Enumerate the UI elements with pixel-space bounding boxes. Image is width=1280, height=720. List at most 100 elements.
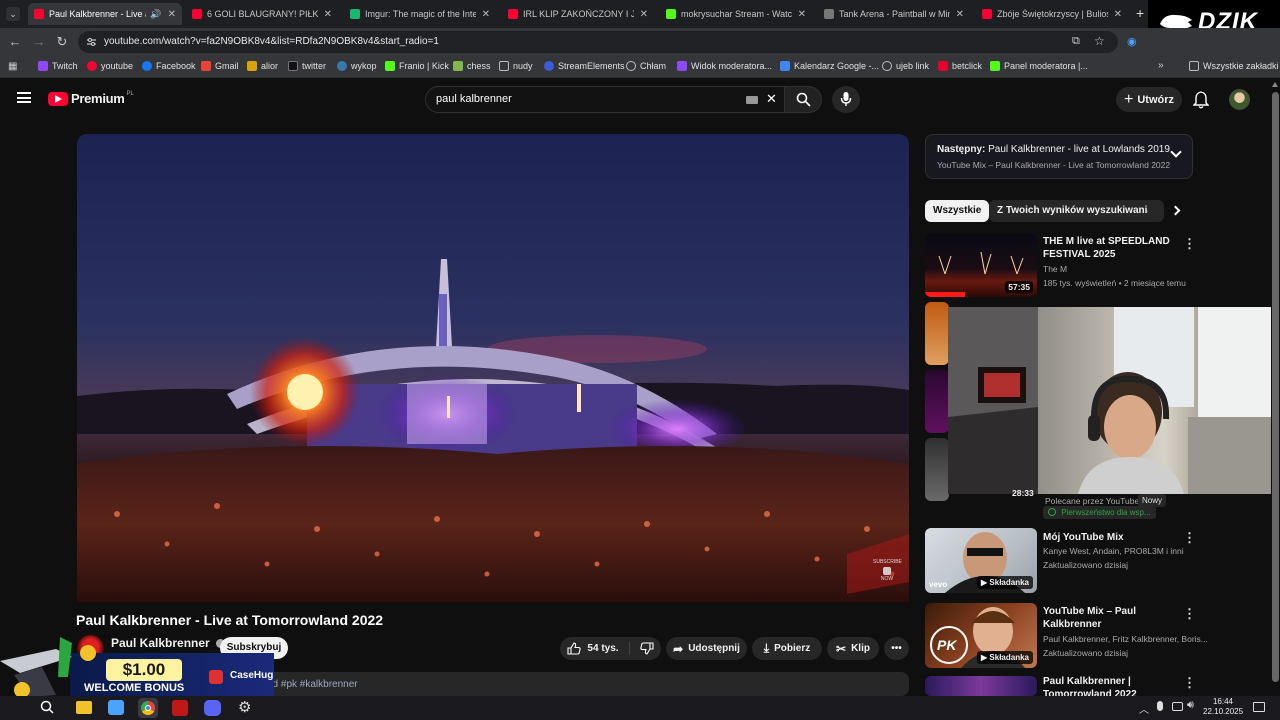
more-vert-icon[interactable]: ⋮ [1183,236,1196,252]
rec-title[interactable]: YouTube Mix – Paul Kalkbrenner [1043,605,1178,631]
thumbnail[interactable] [925,438,949,501]
thumbnail[interactable] [925,370,949,433]
thumbnail[interactable]: 57:35 [925,234,1037,297]
voice-search-button[interactable] [832,86,860,113]
keyboard-icon[interactable] [746,96,758,104]
tab-zboje[interactable]: Zbóje Świętokrzyscy | Bulioszad ✕ [976,3,1128,25]
avatar[interactable] [1229,89,1250,110]
tab-search-button[interactable]: ⌄ [6,7,20,21]
subscribe-watermark[interactable]: SUBSCRIBE NOW [873,559,902,583]
tab-tank-arena[interactable]: Tank Arena - Paintball w Mini C ✕ [818,3,970,25]
apps-grid-icon[interactable]: ▦ [8,61,17,72]
chip-from-search[interactable]: Z Twoich wyników wyszukiwania [989,200,1161,222]
more-vert-icon[interactable]: ⋮ [1183,606,1196,622]
bookmark-facebook[interactable]: Facebook [142,61,196,71]
bookmark-ujeb-link[interactable]: ujeb link [882,61,929,71]
bookmark-alior[interactable]: alior [247,61,278,71]
new-tab-icon[interactable]: + [1136,5,1144,21]
bookmark-calendar[interactable]: Kalendarz Google -... [780,61,879,71]
clip-button[interactable]: ✂ Klip [827,637,879,660]
close-tab-icon[interactable]: ✕ [640,9,648,20]
reload-icon[interactable]: ↻ [54,34,70,50]
tab-mokrysuchar[interactable]: mokrysuchar Stream - Watch L ✕ [660,3,812,25]
all-bookmarks-folder[interactable]: Wszystkie zakładki [1189,61,1279,71]
notification-center-icon[interactable] [1253,702,1265,712]
install-app-icon[interactable]: ⧉ [1072,35,1080,48]
more-bookmarks-icon[interactable]: » [1158,60,1164,71]
tab-imgur[interactable]: Imgur: The magic of the Intern ✕ [344,3,496,25]
rec-title[interactable]: Paul Kalkbrenner | Tomorrowland 2022 [1043,675,1178,696]
notifications-bell-icon[interactable] [1193,91,1209,109]
like-button[interactable]: 54 tys. [567,642,630,655]
thumbs-down-icon[interactable] [639,642,654,655]
chip-partial[interactable] [1148,200,1164,222]
more-vert-icon[interactable]: ⋮ [1183,675,1196,691]
speaker-icon[interactable]: 🔊 [150,9,161,20]
thumbnail[interactable]: PK ▶ Składanka [925,603,1037,668]
bookmark-kick[interactable]: Franio | Kick [385,61,449,71]
back-icon[interactable]: ← [7,34,23,50]
close-tab-icon[interactable]: ✕ [956,9,964,20]
bookmark-star-icon[interactable]: ☆ [1094,34,1105,48]
chevron-down-icon[interactable] [1170,146,1182,158]
close-tab-icon[interactable]: ✕ [1114,9,1122,20]
volume-icon[interactable]: 🔊︎ [1187,699,1194,712]
settings-gear-icon[interactable]: ⚙ [238,698,251,716]
discord-icon[interactable] [204,700,221,716]
extension-icon[interactable]: ◉ [1127,35,1137,48]
file-explorer-icon[interactable] [76,701,92,714]
create-button[interactable]: + Utwórz [1116,87,1182,112]
search-input[interactable]: paul kalbrenner ✕ [425,86,785,113]
app-icon[interactable] [108,700,124,715]
network-icon[interactable] [1172,702,1183,711]
omnibox[interactable]: youtube.com/watch?v=fa2N9OBK8v4&list=RDf… [78,31,1118,53]
bookmark-mod-view[interactable]: Widok moderatora... [677,61,772,71]
rec-title[interactable]: Mój YouTube Mix [1043,531,1178,544]
bookmark-twitch[interactable]: Twitch [38,61,78,71]
microphone-tray-icon[interactable] [1157,701,1163,711]
site-info-icon[interactable] [86,37,97,47]
bookmark-twitter[interactable]: twitter [288,61,326,71]
page-scrollbar[interactable] [1271,80,1280,696]
bookmark-gmail[interactable]: Gmail [201,61,239,71]
tab-youtube-kalkbrenner[interactable]: Paul Kalkbrenner - Live at To 🔊 ✕ [28,3,182,25]
chrome-icon[interactable] [138,698,158,718]
close-tab-icon[interactable]: ✕ [168,9,176,20]
clear-search-icon[interactable]: ✕ [766,91,777,107]
chips-next-icon[interactable] [1170,205,1181,216]
hamburger-menu-icon[interactable] [17,92,31,103]
search-button[interactable] [784,86,822,113]
scroll-up-arrow-icon[interactable] [1272,82,1278,87]
share-button[interactable]: ➦ Udostępnij [666,637,747,660]
video-player[interactable]: SUBSCRIBE NOW [77,134,909,602]
bookmark-streamelements[interactable]: StreamElements [544,61,625,71]
forward-icon[interactable]: → [31,34,47,50]
close-tab-icon[interactable]: ✕ [798,9,806,20]
close-tab-icon[interactable]: ✕ [482,9,490,20]
bookmark-youtube[interactable]: youtube [87,61,133,71]
up-next-panel[interactable]: Następny: Paul Kalkbrenner - live at Low… [925,134,1193,179]
youtube-premium-logo[interactable]: Premium PL [48,91,134,106]
search-taskbar-icon[interactable] [40,700,54,714]
scrollbar-thumb[interactable] [1272,92,1279,682]
thumbnail[interactable] [925,302,949,365]
tab-irl-clip[interactable]: IRL KLIP ZAKOŃCZONY I JEDZIE ✕ [502,3,654,25]
clock[interactable]: 16:44 22.10.2025 [1203,697,1243,717]
chip-all[interactable]: Wszystkie [925,200,990,222]
bookmark-mod-panel[interactable]: Panel moderatora |... [990,61,1088,71]
tab-blaugrana[interactable]: 6 GOLI BLAUGRANY! PIŁKARSK ✕ [186,3,338,25]
close-tab-icon[interactable]: ✕ [324,9,332,20]
bookmark-folder-nudy[interactable]: nudy [499,61,533,71]
rec-title[interactable]: THE M live at SPEEDLAND FESTIVAL 2025 [1043,235,1178,261]
thumbnail[interactable] [925,676,1037,696]
thumbnail[interactable]: vevo ▶ Składanka [925,528,1037,593]
bookmark-chlam[interactable]: Chłam [626,61,666,71]
bookmark-betclick[interactable]: betclick [938,61,982,71]
bookmark-wykop[interactable]: wykop [337,61,377,71]
download-button[interactable]: ⤓ Pobierz [752,637,822,660]
tray-chevron-icon[interactable]: ︿ [1139,701,1149,716]
more-actions-button[interactable]: ••• [884,637,909,660]
more-vert-icon[interactable]: ⋮ [1183,530,1196,546]
bookmark-chess[interactable]: chess [453,61,491,71]
obs-icon[interactable] [172,700,188,716]
